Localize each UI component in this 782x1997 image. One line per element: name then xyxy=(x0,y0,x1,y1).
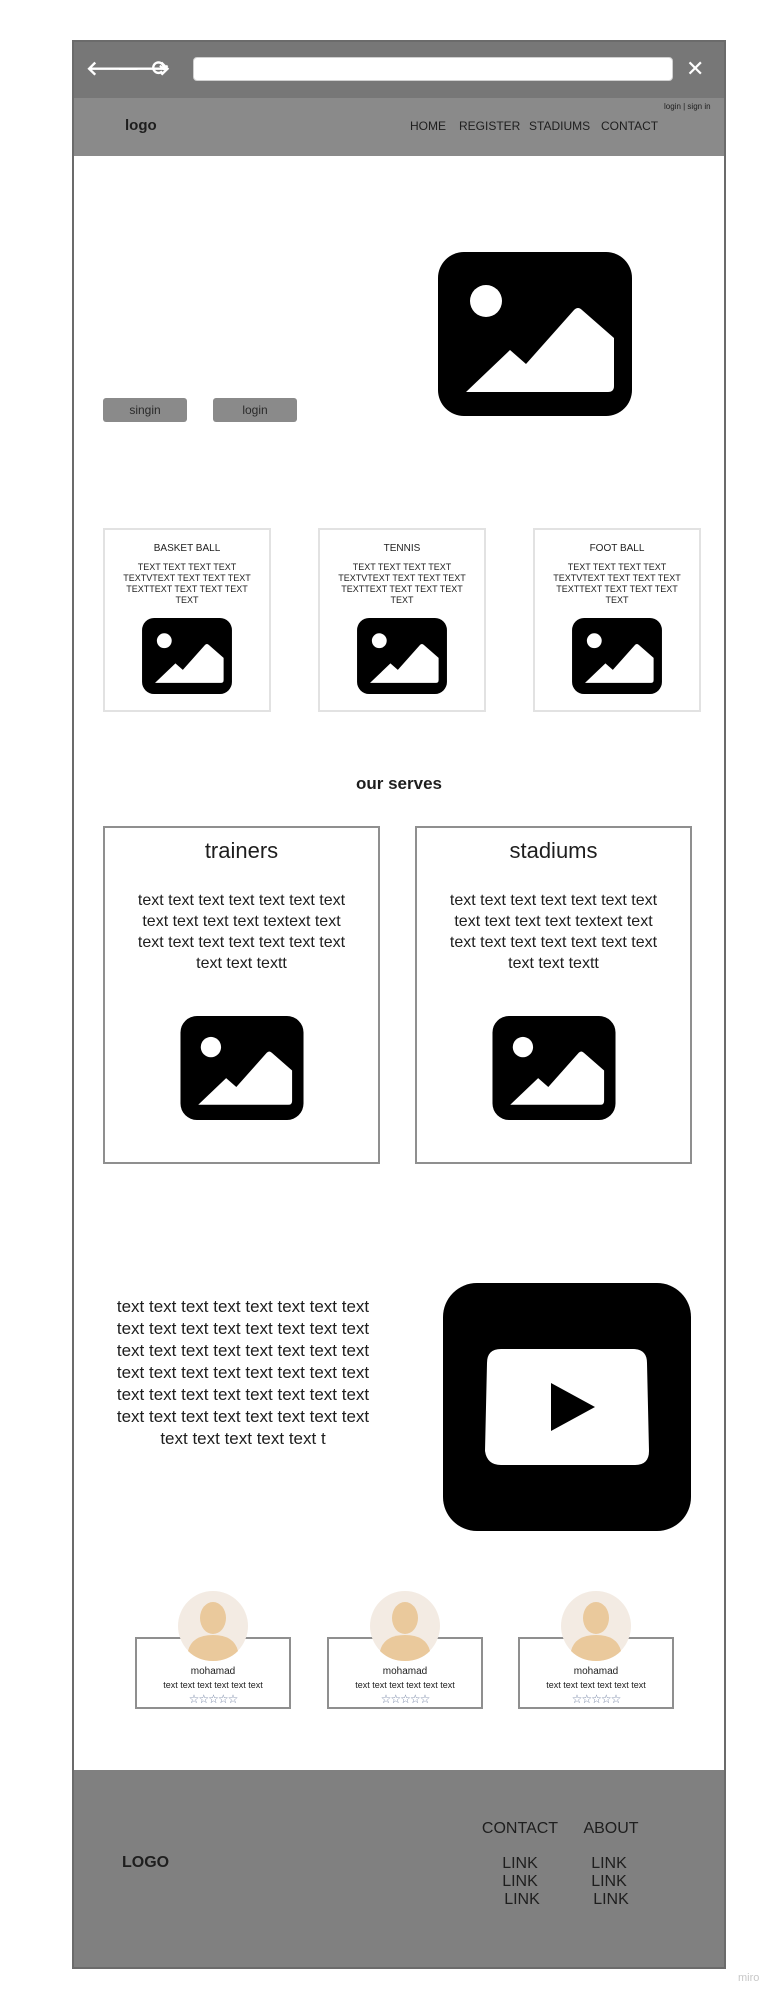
footer-link[interactable]: LINK xyxy=(480,1855,560,1873)
video-section-text: text text text text text text text text … xyxy=(116,1297,370,1448)
site-footer: LOGO CONTACT LINK LINK LINK ABOUT LINK L… xyxy=(74,1770,724,1967)
serve-card-text: text text text text text text text text … xyxy=(449,892,658,972)
section-title-serves: our serves xyxy=(356,774,442,793)
sport-card-text: TEXT TEXT TEXT TEXT TEXTVTEXT TEXT TEXT … xyxy=(123,562,251,605)
sport-card-tennis[interactable]: TENNIS TEXT TEXT TEXT TEXT TEXTVTEXT TEX… xyxy=(318,528,486,712)
login-signin-link[interactable]: login | sign in xyxy=(664,102,711,111)
review-card: mohamad text text text text text text ☆☆… xyxy=(518,1591,674,1723)
serve-card-text: text text text text text text text text … xyxy=(137,892,346,972)
image-icon xyxy=(180,1016,304,1120)
image-icon xyxy=(438,252,632,416)
back-button[interactable]: 🡐 xyxy=(86,59,140,79)
footer-link[interactable]: LINK xyxy=(579,1855,639,1873)
image-icon xyxy=(142,618,232,694)
avatar xyxy=(561,1591,631,1661)
sport-card-text: TEXT TEXT TEXT TEXT TEXTVTEXT TEXT TEXT … xyxy=(553,562,681,605)
forward-button[interactable]: 🡒 xyxy=(117,59,171,79)
review-name: mohamad xyxy=(190,1666,236,1677)
review-stars[interactable]: ☆☆☆☆☆ xyxy=(327,1692,483,1706)
footer-link[interactable]: LINK xyxy=(482,1891,562,1909)
review-stars[interactable]: ☆☆☆☆☆ xyxy=(518,1692,674,1706)
nav-stadiums[interactable]: STADIUMS xyxy=(529,119,590,133)
browser-titlebar: 🡐 🡒 ⟳ ✕ xyxy=(74,42,724,98)
review-text: text text text text text text xyxy=(163,1680,263,1690)
browser-window: 🡐 🡒 ⟳ ✕ logo HOME REGISTER STADIUMS CONT… xyxy=(72,40,726,1969)
serve-card-stadiums[interactable]: stadiums text text text text text text t… xyxy=(415,826,692,1164)
nav-contact[interactable]: CONTACT xyxy=(601,119,658,133)
site-logo[interactable]: logo xyxy=(125,117,157,134)
signin-button[interactable]: singin xyxy=(103,398,187,422)
close-button[interactable]: ✕ xyxy=(686,58,704,80)
watermark: miro xyxy=(738,1972,760,1984)
serve-card-trainers[interactable]: trainers text text text text text text t… xyxy=(103,826,380,1164)
sport-card-title: TENNIS xyxy=(383,543,421,554)
avatar xyxy=(370,1591,440,1661)
review-text: text text text text text text xyxy=(546,1680,646,1690)
review-card: mohamad text text text text text text ☆☆… xyxy=(135,1591,291,1723)
footer-heading-contact: CONTACT xyxy=(481,1820,559,1837)
serve-card-title: trainers xyxy=(204,838,279,863)
nav-home[interactable]: HOME xyxy=(410,119,446,133)
sport-card-title: FOOT BALL xyxy=(589,543,645,554)
footer-link[interactable]: LINK xyxy=(579,1873,639,1891)
review-name: mohamad xyxy=(382,1666,428,1677)
serve-card-title: stadiums xyxy=(509,838,598,863)
login-button[interactable]: login xyxy=(213,398,297,422)
youtube-play-icon[interactable] xyxy=(443,1283,691,1531)
review-text: text text text text text text xyxy=(355,1680,455,1690)
sport-card-title: BASKET BALL xyxy=(153,543,221,554)
footer-logo[interactable]: LOGO xyxy=(122,1854,169,1872)
site-header: logo HOME REGISTER STADIUMS CONTACT logi… xyxy=(74,98,724,156)
footer-link[interactable]: LINK xyxy=(581,1891,641,1909)
sport-card-text: TEXT TEXT TEXT TEXT TEXTVTEXT TEXT TEXT … xyxy=(338,562,466,605)
review-card: mohamad text text text text text text ☆☆… xyxy=(327,1591,483,1723)
sport-card-basketball[interactable]: BASKET BALL TEXT TEXT TEXT TEXT TEXTVTEX… xyxy=(103,528,271,712)
review-name: mohamad xyxy=(573,1666,619,1677)
nav-register[interactable]: REGISTER xyxy=(459,119,520,133)
image-icon xyxy=(357,618,447,694)
image-icon xyxy=(492,1016,616,1120)
reload-button[interactable]: ⟳ xyxy=(149,59,171,79)
reload-icon: ⟳ xyxy=(151,58,169,80)
footer-link[interactable]: LINK xyxy=(480,1873,560,1891)
avatar xyxy=(178,1591,248,1661)
review-stars[interactable]: ☆☆☆☆☆ xyxy=(135,1692,291,1706)
address-bar[interactable] xyxy=(193,57,673,81)
image-icon xyxy=(572,618,662,694)
footer-heading-about: ABOUT xyxy=(583,1820,639,1837)
close-icon: ✕ xyxy=(686,56,705,81)
sport-card-football[interactable]: FOOT BALL TEXT TEXT TEXT TEXT TEXTVTEXT … xyxy=(533,528,701,712)
